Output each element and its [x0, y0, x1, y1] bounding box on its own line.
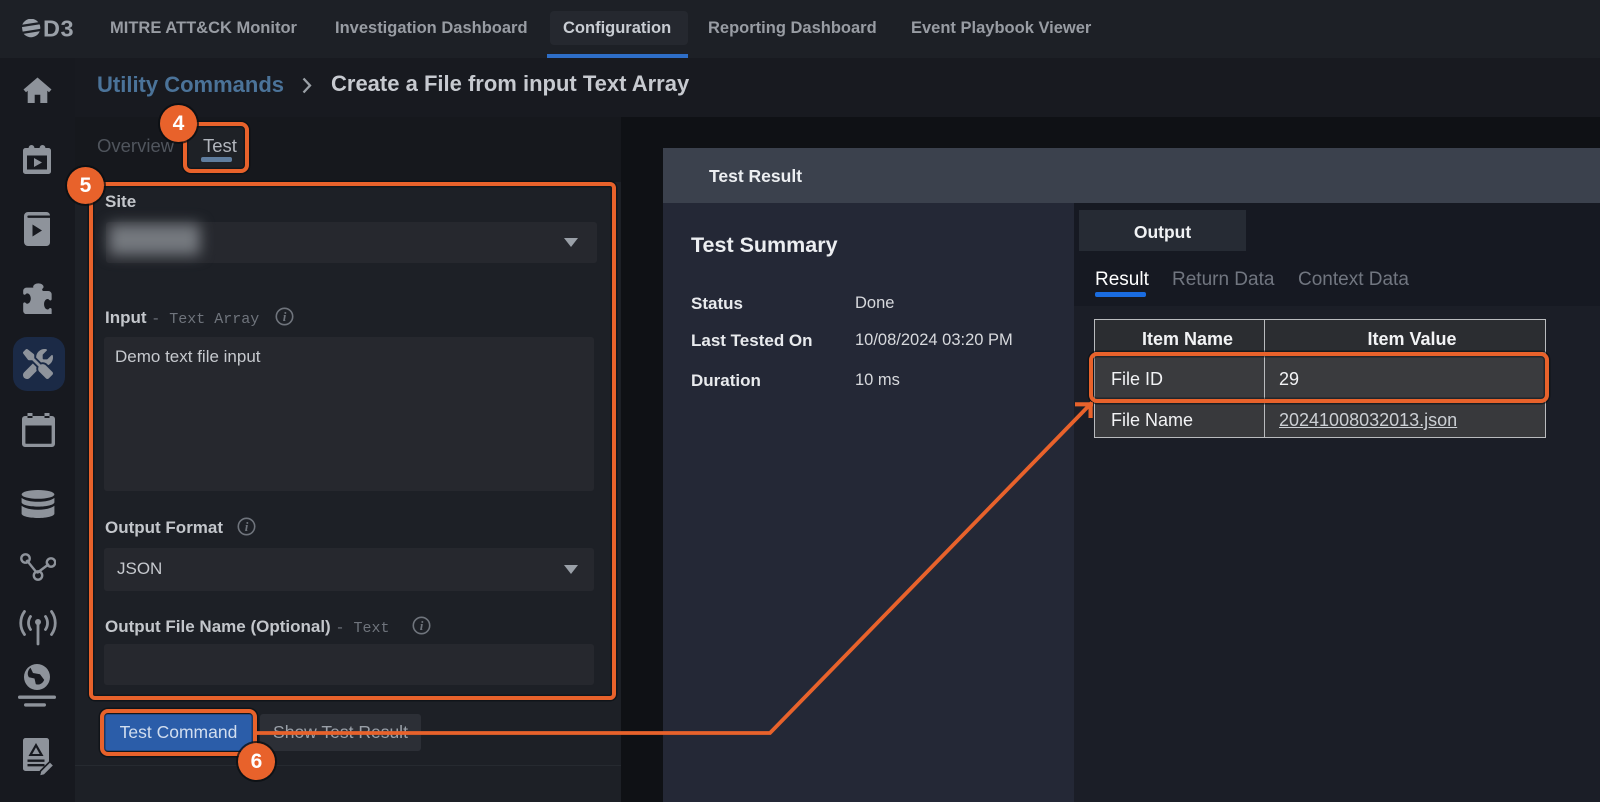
svg-text:D3: D3 — [43, 19, 74, 38]
